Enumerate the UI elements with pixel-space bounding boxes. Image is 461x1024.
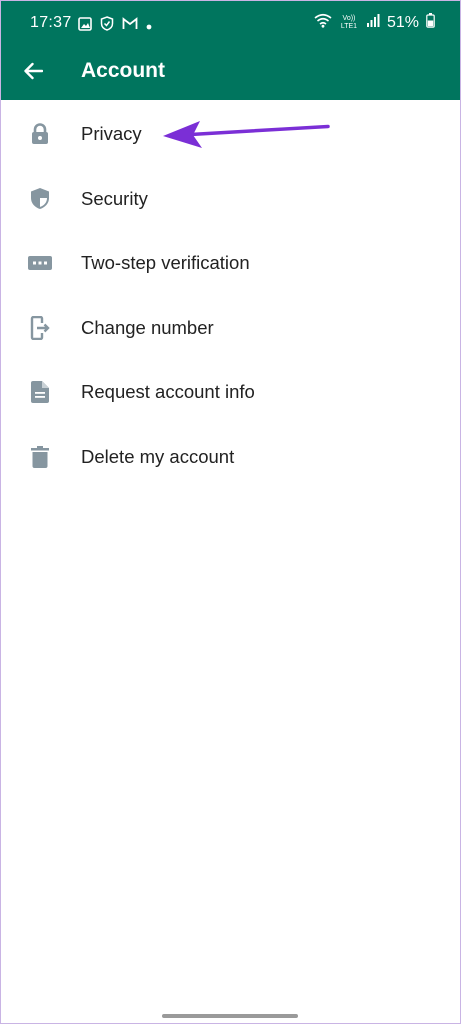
status-time: 17:37: [30, 14, 72, 31]
menu-item-change-number[interactable]: Change number: [0, 296, 461, 361]
shield-check-icon: [100, 16, 114, 36]
battery-icon: [426, 13, 435, 33]
system-icons: Vo)) LTE1 51%: [314, 13, 435, 33]
menu-item-two-step-verification[interactable]: Two-step verification: [0, 231, 461, 296]
navigation-handle[interactable]: [162, 1014, 298, 1018]
wifi-icon: [314, 13, 332, 33]
notification-dot-icon: [146, 17, 152, 35]
shield-icon: [27, 186, 53, 212]
status-bar: 17:37 Vo)) LTE1 51%: [0, 0, 461, 50]
battery-percent: 51%: [386, 14, 419, 31]
gallery-icon: [78, 16, 92, 36]
menu-item-label: Privacy: [81, 123, 142, 145]
account-menu: Privacy Security Two-step verification C…: [0, 102, 461, 489]
app-bar: Account: [0, 50, 461, 100]
phone-exit-icon: [27, 315, 53, 341]
menu-item-request-account-info[interactable]: Request account info: [0, 360, 461, 425]
dots-keyboard-icon: [27, 250, 53, 276]
annotation-arrow-icon: [163, 121, 330, 148]
volte-label: Vo)) LTE1: [340, 15, 358, 30]
menu-item-label: Delete my account: [81, 445, 235, 467]
lock-icon: [27, 121, 53, 147]
menu-item-delete-account[interactable]: Delete my account: [0, 425, 461, 490]
page-title: Account: [81, 59, 165, 82]
arrow-back-icon: [23, 62, 44, 85]
document-icon: [27, 379, 53, 405]
menu-item-label: Change number: [81, 316, 214, 338]
back-button[interactable]: [18, 58, 48, 88]
menu-item-label: Two-step verification: [81, 252, 250, 274]
menu-item-label: Security: [81, 187, 148, 209]
notification-icons: [78, 16, 152, 36]
gmail-icon: [122, 17, 138, 35]
trash-icon: [27, 444, 53, 470]
menu-item-label: Request account info: [81, 381, 255, 403]
menu-item-security[interactable]: Security: [0, 167, 461, 232]
signal-icon: [366, 14, 380, 32]
